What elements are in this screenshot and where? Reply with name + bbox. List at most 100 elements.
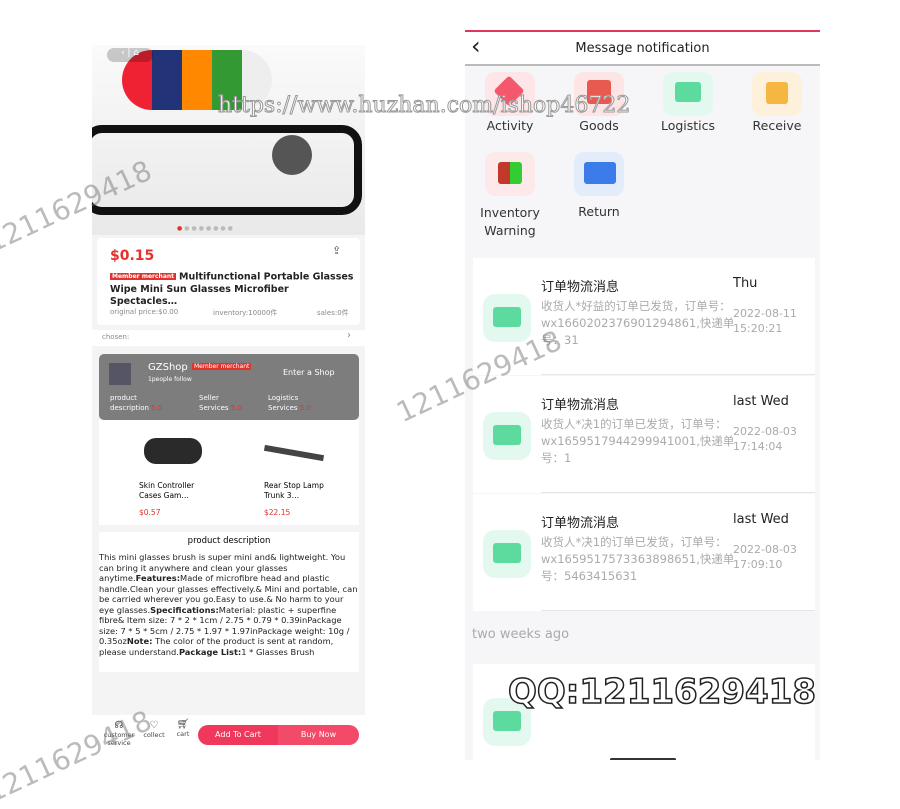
rating-label: Services: [199, 404, 229, 412]
price: $0.15: [110, 248, 155, 264]
buy-now-button[interactable]: Buy Now: [278, 725, 359, 745]
time: 17:09:10: [733, 558, 783, 571]
date: 2022-08-03: [733, 543, 797, 556]
message-notification-screen: ‹ Message notification Activity Goods Lo…: [465, 30, 820, 760]
inventory: inventory:10000件: [213, 309, 278, 317]
cart-button[interactable]: 🛒︎ cart: [172, 719, 194, 738]
rating-score: 5.0: [299, 404, 311, 412]
member-tag: Member merchant: [110, 273, 177, 280]
product-detail-screen: ‹ | ⌂ ●●●●●●●● $0.15 ⇪ Member merchant Mu…: [92, 45, 365, 760]
glasses-image: [92, 125, 362, 215]
rating-label: Seller: [199, 394, 219, 402]
chevron-right-icon: ›: [347, 330, 351, 341]
recommend-list: Skin Controller Cases Gam… $0.57 Rear St…: [99, 420, 359, 525]
watermark-qq: QQ:1211629418: [507, 671, 816, 713]
collect-button[interactable]: ♡ collect: [140, 720, 168, 739]
t: 1 * Glasses Brush: [241, 646, 315, 657]
category-label: Receive: [752, 118, 802, 133]
divider: [541, 492, 815, 493]
customer-service-button[interactable]: ☊ customer service: [100, 720, 138, 747]
bottom-bar: ☊ customer service ♡ collect 🛒︎ cart Add To…: [92, 715, 365, 760]
headset-icon: ☊: [114, 720, 124, 731]
recommend-item[interactable]: Rear Stop Lamp Trunk 3… $22.15: [234, 420, 354, 520]
category-label: Logistics: [660, 118, 716, 133]
item-price: $0.57: [139, 508, 161, 517]
product-thumb: [263, 444, 325, 462]
message-day: last Wed: [733, 512, 789, 527]
rating-label: product: [110, 394, 137, 402]
label: customer service: [103, 731, 135, 747]
watermark-url: https://www.huzhan.com/ishop46722: [217, 93, 631, 119]
divider: [541, 374, 815, 375]
category-label: Return: [578, 204, 620, 219]
time: 17:14:04: [733, 440, 783, 453]
heart-icon: ♡: [149, 720, 159, 731]
date: 2022-08-11: [733, 307, 797, 320]
return-card-icon: [574, 152, 624, 196]
header: ‹ Message notification: [465, 30, 820, 66]
shop-card: GZShop Member merchant 1people follow En…: [99, 354, 359, 420]
rating-label: Logistics: [268, 394, 299, 402]
category-logistics[interactable]: Logistics: [643, 68, 733, 138]
category-label: Goods: [579, 118, 619, 133]
rating-seller: Seller Services 5.0: [199, 393, 242, 413]
cart-icon: 🛒︎: [176, 719, 190, 730]
carousel-dots: ●●●●●●●●: [177, 225, 235, 232]
item-price: $22.15: [264, 508, 291, 517]
rating-score: 5.0: [151, 404, 163, 412]
rating-label: Services: [268, 404, 298, 412]
message-title: 订单物流消息: [541, 516, 620, 531]
t: Note:: [126, 636, 153, 646]
item-name: Rear Stop Lamp Trunk 3…: [264, 481, 324, 500]
category-label: Inventory Warning: [480, 205, 540, 238]
rating-description: product description 5.0: [110, 393, 162, 413]
section-label: two weeks ago: [472, 627, 570, 642]
product-image-carousel[interactable]: ‹ | ⌂ ●●●●●●●●: [92, 45, 365, 235]
category-label: Activity: [486, 118, 534, 133]
shop-name: GZShop: [148, 362, 188, 373]
message-item[interactable]: 订单物流消息 收货人*决1的订单已发货，订单号：wx16595175733638…: [473, 494, 815, 611]
message-item[interactable]: 订单物流消息 收货人*决1的订单已发货，订单号：wx16595179442999…: [473, 376, 815, 493]
rating-score: 5.0: [230, 404, 242, 412]
recommend-item[interactable]: Skin Controller Cases Gam… $0.57: [109, 420, 229, 520]
date: 2022-08-03: [733, 425, 797, 438]
divider: [541, 610, 815, 611]
product-thumb: [144, 438, 202, 464]
shop-member-tag: Member merchant: [192, 363, 252, 370]
brush-head: [272, 135, 312, 175]
product-description: product description This mini glasses br…: [99, 532, 359, 672]
message-datetime: 2022-08-11 15:20:21: [733, 306, 797, 336]
message-title: 订单物流消息: [541, 398, 620, 413]
message-day: Thu: [733, 276, 758, 291]
rating-label: description: [110, 404, 149, 412]
category-return[interactable]: Return: [554, 152, 644, 222]
enter-shop-button[interactable]: Enter a Shop: [283, 368, 335, 377]
description-heading: product description: [187, 536, 271, 546]
truck-icon: [483, 412, 531, 460]
description-text: This mini glasses brush is super mini an…: [99, 552, 359, 657]
add-to-cart-button[interactable]: Add To Cart: [198, 725, 278, 745]
message-body: 收货人*决1的订单已发货，订单号：wx1659517573363898651,快…: [541, 535, 735, 583]
chosen-label: chosen:: [102, 333, 130, 341]
page-title: Message notification: [575, 41, 710, 56]
message-body: 收货人*决1的订单已发货，订单号：wx1659517944299941001,快…: [541, 417, 735, 465]
share-icon[interactable]: ⇪: [332, 244, 341, 257]
category-inventory-warning[interactable]: Inventory Warning: [465, 152, 555, 242]
message-title: 订单物流消息: [541, 280, 620, 295]
product-title: Member merchant Multifunctional Portable …: [110, 271, 355, 308]
follow-count: 1people follow: [148, 376, 192, 383]
time: 15:20:21: [733, 322, 783, 335]
message-body: 收货人*好益的订单已发货，订单号：wx1660202376901294861,快…: [541, 299, 735, 347]
chosen-row[interactable]: chosen: ›: [92, 330, 365, 346]
original-price: original price:$0.00: [110, 308, 179, 316]
truck-icon: [663, 72, 713, 116]
message-day: last Wed: [733, 394, 789, 409]
box-icon: [752, 72, 802, 116]
nav-back-home-button[interactable]: ‹ | ⌂: [107, 48, 153, 62]
item-name: Skin Controller Cases Gam…: [139, 481, 195, 500]
message-datetime: 2022-08-03 17:14:04: [733, 424, 797, 454]
truck-icon: [483, 294, 531, 342]
category-receive[interactable]: Receive: [732, 68, 820, 138]
message-item[interactable]: 订单物流消息 收货人*好益的订单已发货，订单号：wx16602023769012…: [473, 258, 815, 375]
message-datetime: 2022-08-03 17:09:10: [733, 542, 797, 572]
